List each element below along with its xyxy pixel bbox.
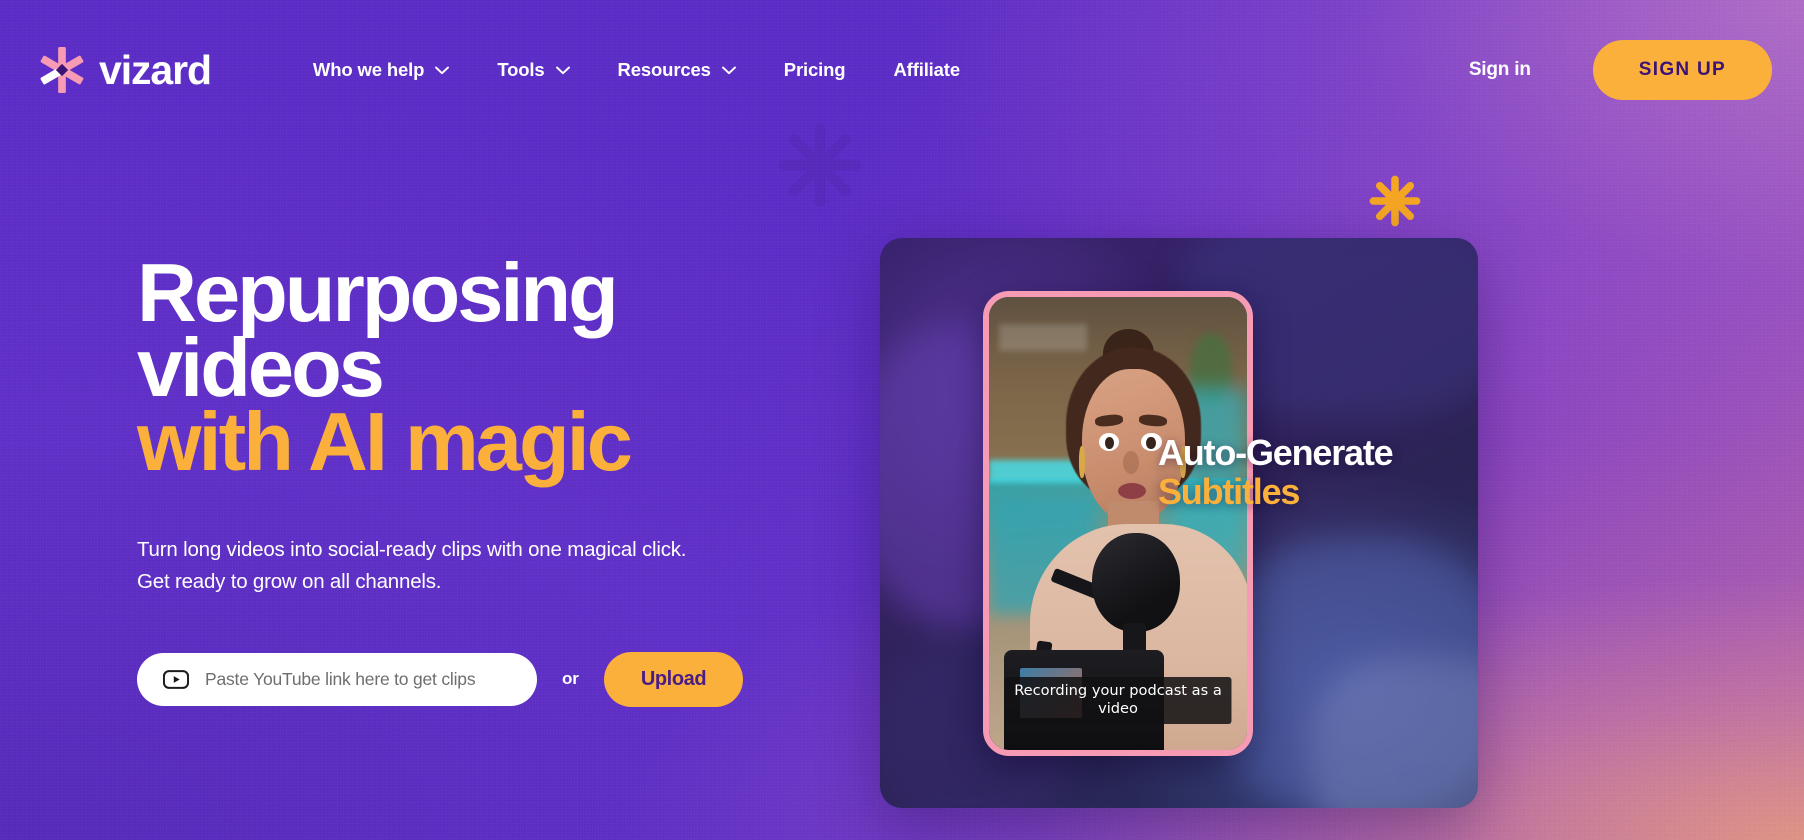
nav-item-pricing[interactable]: Pricing xyxy=(760,49,870,91)
nav-item-affiliate[interactable]: Affiliate xyxy=(869,49,984,91)
card-caption-line-1: Auto-Generate xyxy=(1158,432,1394,473)
asterisk-logo-icon xyxy=(40,46,84,94)
brand-name: vizard xyxy=(99,46,212,93)
card-caption: Auto-Generate Subtitles xyxy=(1158,432,1394,512)
or-label: or xyxy=(562,669,579,689)
youtube-icon xyxy=(163,669,189,689)
hero-content: Repurposing videos with AI magic Turn lo… xyxy=(137,251,777,707)
header-actions: Sign in SIGN UP xyxy=(1469,40,1772,100)
page-title: Repurposing videos with AI magic xyxy=(137,251,777,483)
nav-item-label: Tools xyxy=(497,59,545,80)
upload-button[interactable]: Upload xyxy=(603,651,744,707)
hero-subtitle: Turn long videos into social-ready clips… xyxy=(137,534,777,598)
chevron-down-icon xyxy=(435,66,450,74)
search-input[interactable] xyxy=(205,668,515,690)
hero-subtitle-line-2: Get ready to grow on all channels. xyxy=(137,569,442,593)
nav-item-label: Resources xyxy=(617,59,711,80)
nav-item-resources[interactable]: Resources xyxy=(594,49,760,91)
chevron-down-icon xyxy=(555,66,570,74)
phone-mockup: Recording your podcast as a video xyxy=(983,291,1253,756)
sign-in-link[interactable]: Sign in xyxy=(1469,59,1531,81)
site-header: vizard Who we help Tools Resources Prici… xyxy=(0,0,1804,140)
video-subtitle-overlay: Recording your podcast as a video xyxy=(1004,676,1232,724)
youtube-link-field[interactable] xyxy=(137,652,537,706)
nav-item-who-we-help[interactable]: Who we help xyxy=(289,49,473,91)
chevron-down-icon xyxy=(721,66,736,74)
video-preview-card[interactable]: Recording your podcast as a video Auto-G… xyxy=(880,238,1478,808)
card-caption-line-2: Subtitles xyxy=(1158,470,1300,512)
headline-line-3: with AI magic xyxy=(137,395,633,489)
hero-cta-row: or Upload xyxy=(137,651,777,707)
main-navigation: Who we help Tools Resources Pricing Affi… xyxy=(289,49,984,91)
nav-item-tools[interactable]: Tools xyxy=(473,49,593,91)
nav-item-label: Who we help xyxy=(312,59,425,80)
nav-item-label: Affiliate xyxy=(893,59,960,80)
hero-subtitle-line-1: Turn long videos into social-ready clips… xyxy=(137,538,687,562)
nav-item-label: Pricing xyxy=(783,59,846,80)
brand-logo[interactable]: vizard xyxy=(38,46,212,94)
sign-up-button[interactable]: SIGN UP xyxy=(1592,40,1772,100)
